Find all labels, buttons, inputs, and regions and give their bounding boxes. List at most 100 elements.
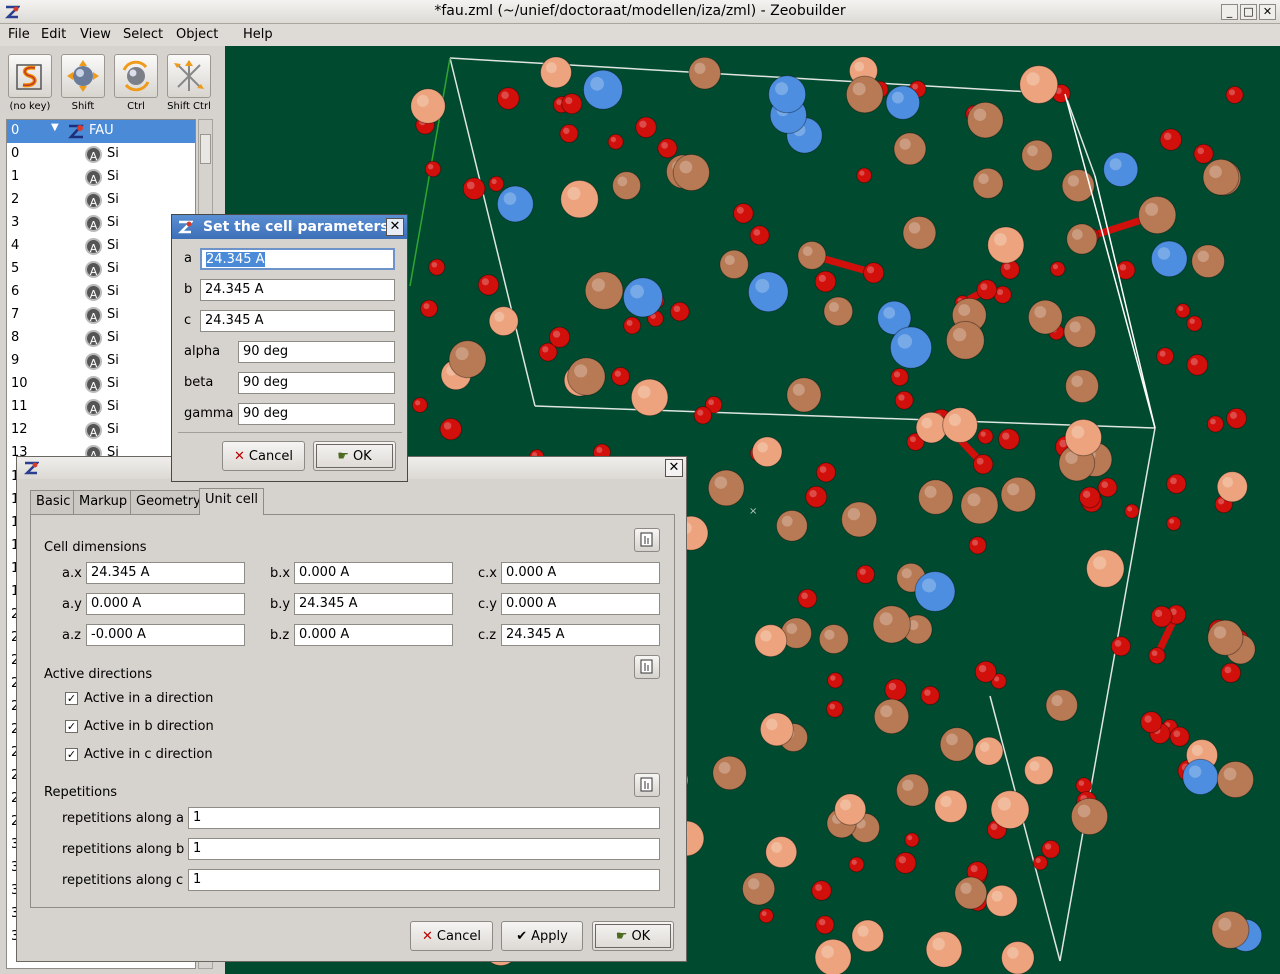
cell-b-z-input[interactable]: 0.000 A <box>294 624 453 646</box>
repetition-input[interactable]: 1 <box>188 807 660 829</box>
menu-file[interactable]: File <box>8 27 30 42</box>
atom-highlight <box>821 945 835 959</box>
atom-highlight <box>1144 715 1152 723</box>
close-dialog-button[interactable]: ✕ <box>665 459 683 477</box>
tree-row-index: 12 <box>11 422 28 437</box>
tree-row-label: Si <box>107 192 119 207</box>
cell-gamma-input[interactable]: 90 deg <box>238 403 395 425</box>
cell-b-x-input[interactable]: 0.000 A <box>294 562 453 584</box>
tree-row[interactable]: 2 A Si <box>7 189 195 212</box>
repetition-input[interactable]: 1 <box>188 869 660 891</box>
atom-highlight <box>909 436 917 443</box>
cancel-button[interactable]: ✕ Cancel <box>410 921 493 951</box>
checkbox-label[interactable]: Active in b direction <box>84 719 214 734</box>
tree-row[interactable]: 11 A Si <box>7 396 195 419</box>
tree-row[interactable]: 1 A Si <box>7 166 195 189</box>
cell-b-input[interactable]: 24.345 A <box>200 279 395 301</box>
cell-a-z-input[interactable]: -0.000 A <box>86 624 245 646</box>
atom-highlight <box>1002 432 1010 440</box>
cell-c-x-input[interactable]: 0.000 A <box>501 562 660 584</box>
tree-row[interactable]: 5 A Si <box>7 258 195 281</box>
menu-select[interactable]: Select <box>123 27 163 42</box>
tab-markup[interactable]: Markup <box>73 490 134 514</box>
atom <box>917 479 954 515</box>
zeobuilder-app-icon <box>23 461 39 475</box>
maximize-button[interactable]: □ <box>1240 4 1257 20</box>
atom-highlight <box>897 334 913 349</box>
atom-highlight <box>423 303 430 310</box>
tree-row[interactable]: 0 A Si <box>7 143 195 166</box>
atom <box>688 56 722 90</box>
close-window-button[interactable]: ✕ <box>1259 4 1276 20</box>
active-direction-checkbox[interactable]: ✓ <box>65 692 78 705</box>
atom-icon: A <box>85 307 102 324</box>
menu-object[interactable]: Object <box>176 27 218 42</box>
repetition-input[interactable]: 1 <box>188 838 660 860</box>
tool-shift-ctrl[interactable]: Shift Ctrl <box>166 54 212 112</box>
cancel-button[interactable]: ✕ Cancel <box>222 441 305 471</box>
atom <box>707 469 745 507</box>
atom-highlight <box>1069 321 1081 333</box>
atom <box>567 357 606 396</box>
menu-help[interactable]: Help <box>243 27 273 42</box>
cell-a-input[interactable]: 24.345 A <box>200 248 395 270</box>
tool-no-key[interactable]: (no key) <box>7 54 53 112</box>
active-direction-checkbox[interactable]: ✓ <box>65 748 78 761</box>
atom <box>733 202 754 224</box>
tree-row[interactable]: 3 A Si <box>7 212 195 235</box>
close-dialog-button[interactable]: ✕ <box>386 218 404 236</box>
tree-row-index: 0 <box>11 146 20 161</box>
hand-pointer-icon <box>640 659 653 674</box>
active-direction-checkbox[interactable]: ✓ <box>65 720 78 733</box>
atom-highlight <box>978 173 989 185</box>
cell-c-y-input[interactable]: 0.000 A <box>501 593 660 615</box>
tree-row[interactable]: 12 A Si <box>7 419 195 442</box>
cell-beta-input[interactable]: 90 deg <box>238 372 395 394</box>
tool-ctrl[interactable]: Ctrl <box>113 54 159 112</box>
checkbox-label[interactable]: Active in a direction <box>84 691 213 706</box>
tree-row[interactable]: 9 A Si <box>7 350 195 373</box>
tree-row-label: Si <box>107 284 119 299</box>
atom <box>1000 476 1037 513</box>
menu-edit[interactable]: Edit <box>41 27 66 42</box>
copy-values-button[interactable] <box>634 773 660 797</box>
ok-button[interactable]: ☛ OK <box>313 441 396 471</box>
tree-row-root[interactable]: 0 ▼ FAU <box>7 120 195 143</box>
tree-row[interactable]: 10 A Si <box>7 373 195 396</box>
tree-row[interactable]: 6 A Si <box>7 281 195 304</box>
ok-button[interactable]: ☛ OK <box>592 921 674 951</box>
tree-row[interactable]: 4 A Si <box>7 235 195 258</box>
atom <box>1140 711 1163 734</box>
minimize-button[interactable]: _ <box>1221 4 1238 20</box>
cell-a-x-input[interactable]: 24.345 A <box>86 562 245 584</box>
cell-a-y-input[interactable]: 0.000 A <box>86 593 245 615</box>
atom <box>559 123 579 144</box>
menu-view[interactable]: View <box>80 27 111 42</box>
copy-values-button[interactable] <box>634 655 660 679</box>
cell-c-z-input[interactable]: 24.345 A <box>501 624 660 646</box>
atom-highlight <box>630 284 644 299</box>
atom <box>1150 605 1173 628</box>
expander-triangle-icon[interactable]: ▼ <box>51 122 59 133</box>
cell-b-y-input[interactable]: 24.345 A <box>294 593 453 615</box>
atom-icon: A <box>85 238 102 255</box>
field-label: c <box>184 313 192 328</box>
tree-row-label: Si <box>107 422 119 437</box>
scrollbar-thumb[interactable] <box>200 134 211 164</box>
cell-c-input[interactable]: 24.345 A <box>200 310 395 332</box>
atom <box>862 262 885 284</box>
tab-unit-cell[interactable]: Unit cell <box>199 488 264 515</box>
tree-row-label: Si <box>107 146 119 161</box>
tree-row[interactable]: 8 A Si <box>7 327 195 350</box>
apply-button[interactable]: ✔ Apply <box>501 921 583 951</box>
checkbox-label[interactable]: Active in c direction <box>84 747 213 762</box>
atom-highlight <box>867 266 875 274</box>
tab-geometry[interactable]: Geometry <box>130 490 207 514</box>
tree-row[interactable]: 7 A Si <box>7 304 195 327</box>
atom-highlight <box>1224 666 1232 674</box>
copy-values-button[interactable] <box>634 528 660 552</box>
cell-alpha-input[interactable]: 90 deg <box>238 341 395 363</box>
tab-basic[interactable]: Basic <box>30 490 77 514</box>
tool-shift[interactable]: Shift <box>60 54 106 112</box>
atom <box>462 177 486 201</box>
